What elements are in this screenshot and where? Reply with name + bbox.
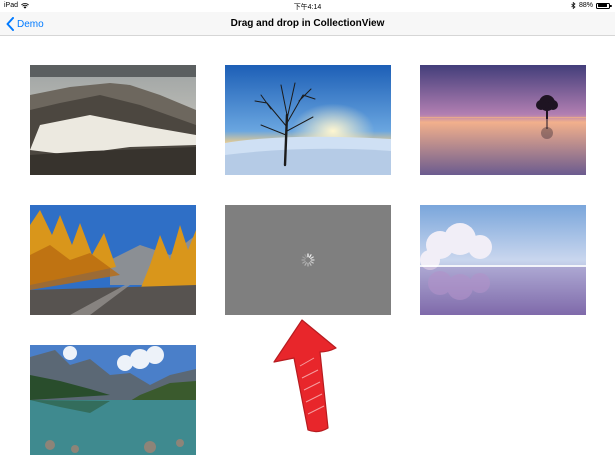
bluetooth-icon: [571, 2, 576, 9]
battery-icon: [596, 2, 612, 9]
battery-percent: 88%: [578, 2, 593, 9]
navigation-bar: Demo Drag and drop in CollectionView: [0, 12, 615, 36]
status-time: 下午4:14: [293, 4, 322, 11]
battery-level: [597, 4, 608, 7]
snowy-tree-sunset-photo[interactable]: [225, 65, 391, 175]
lake-tree-dusk-photo[interactable]: [420, 65, 586, 175]
mountain-lake-reflection-photo[interactable]: [30, 345, 196, 455]
activity-spinner-icon: [301, 253, 315, 267]
status-bar: iPad 下午4:14 88%: [0, 0, 615, 12]
loading-placeholder[interactable]: [225, 205, 391, 315]
page-title: Drag and drop in CollectionView: [230, 18, 385, 29]
mountain-clouds-photo[interactable]: [30, 65, 196, 175]
autumn-forest-road-photo[interactable]: [30, 205, 196, 315]
frosted-trees-lake-photo[interactable]: [420, 205, 586, 315]
red-arrow-icon: [273, 319, 337, 433]
